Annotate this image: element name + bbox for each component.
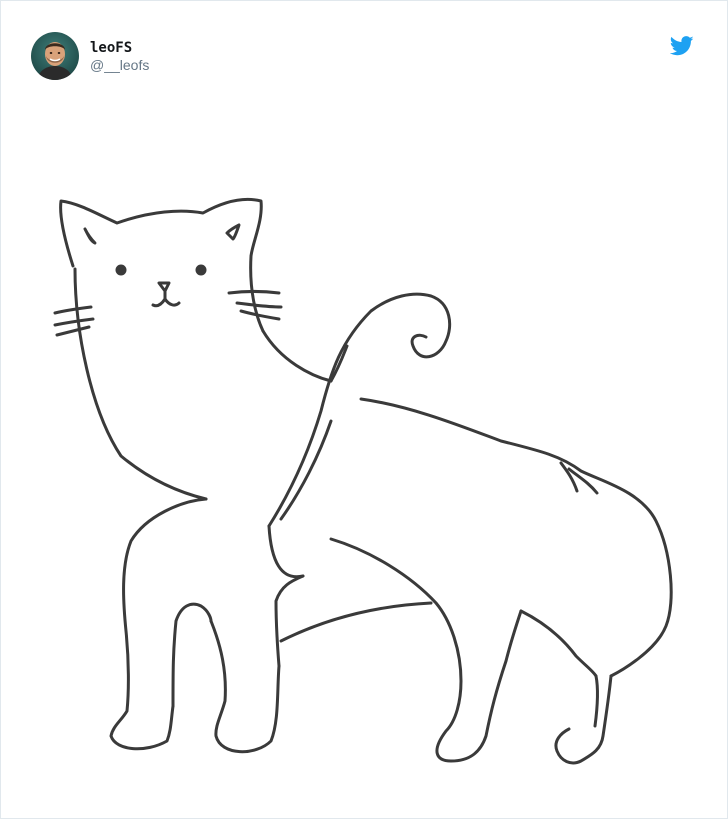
avatar-image — [31, 32, 79, 80]
author-display-name[interactable]: leoFS — [90, 39, 149, 57]
avatar[interactable] — [31, 32, 79, 80]
author-handle[interactable]: @__leofs — [90, 57, 149, 74]
tweet-card: leoFS @__leofs — [0, 0, 728, 819]
cat-sketch-image — [53, 197, 673, 765]
tweet-author-header[interactable]: leoFS @__leofs — [31, 31, 149, 81]
user-info: leoFS @__leofs — [90, 39, 149, 74]
twitter-bird-icon[interactable] — [669, 36, 694, 56]
tweet-media-sketch[interactable] — [41, 181, 691, 791]
